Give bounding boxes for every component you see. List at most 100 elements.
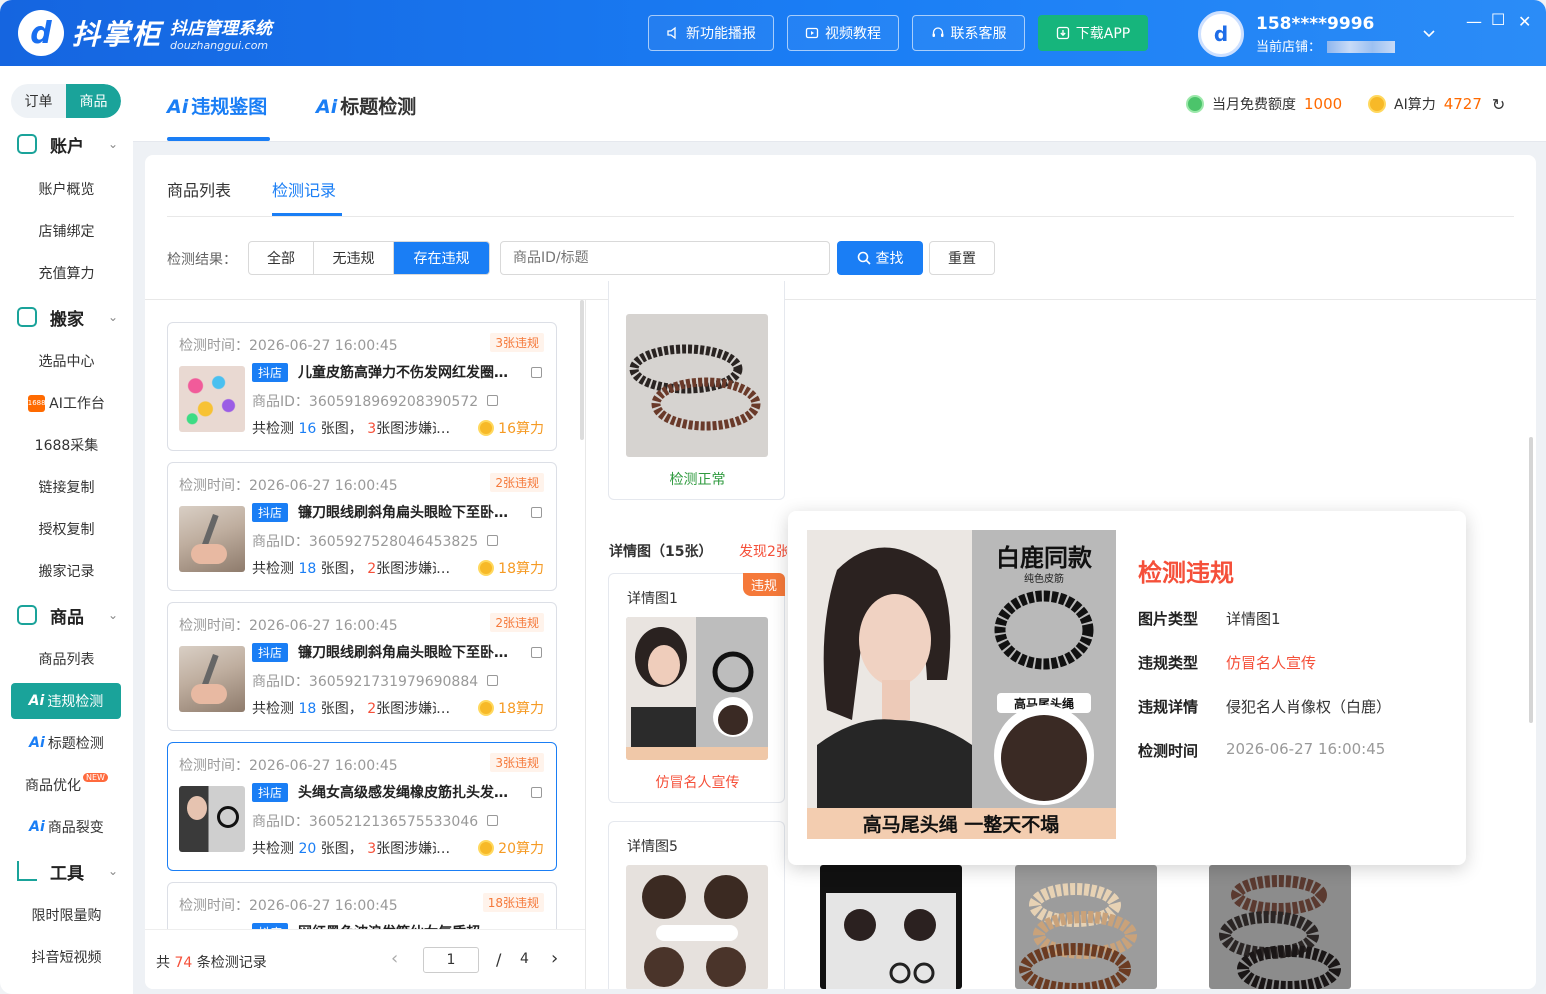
sidebar-item-store-binding[interactable]: 店铺绑定 bbox=[0, 214, 133, 248]
maximize-button[interactable]: ☐ bbox=[1491, 10, 1505, 29]
popup-value-check-time: 2026-06-27 16:00:45 bbox=[1226, 740, 1386, 758]
tab-violation-image[interactable]: Ai 违规鉴图 bbox=[167, 92, 267, 119]
page-input[interactable]: 1 bbox=[423, 947, 479, 973]
stat-prefix: 共检测 bbox=[252, 421, 299, 437]
sidebar-item-account-overview[interactable]: 账户概览 bbox=[0, 172, 133, 206]
detail-scrollbar[interactable] bbox=[1529, 437, 1533, 723]
record-time: 检测时间：2026-06-27 16:00:45 bbox=[179, 618, 398, 634]
popup-key-image-type: 图片类型 bbox=[1138, 610, 1199, 628]
avatar: d bbox=[1198, 11, 1244, 57]
copy-icon[interactable] bbox=[531, 507, 542, 518]
sidebar-item-move-records[interactable]: 搬家记录 bbox=[0, 554, 133, 588]
section-move[interactable]: 搬家 ⌄ bbox=[0, 302, 133, 332]
filter-all[interactable]: 全部 bbox=[249, 242, 314, 274]
sidebar-item-title-check[interactable]: Ai 标题检测 bbox=[0, 726, 133, 760]
detail-image-thumbnail[interactable] bbox=[1015, 865, 1157, 989]
poster-photo bbox=[820, 865, 962, 989]
product-id: 商品ID：3605918969208390572 bbox=[252, 394, 479, 410]
main-image-card[interactable]: 检测正常 bbox=[608, 281, 785, 500]
stat-prefix: 共检测 bbox=[252, 701, 299, 717]
sidebar-item-violation-check[interactable]: Ai 违规检测 bbox=[11, 683, 121, 719]
detail-image-card-1[interactable]: 详情图1 违规 仿冒名人宣传 bbox=[608, 573, 785, 803]
violation-count-badge: 18张违规 bbox=[482, 893, 544, 912]
sidebar-item-recharge[interactable]: 充值算力 bbox=[0, 256, 133, 290]
video-tutorial-button[interactable]: 视频教程 bbox=[787, 15, 899, 51]
copy-icon[interactable] bbox=[531, 787, 542, 798]
detail-image-card-5[interactable]: 详情图5 bbox=[608, 821, 785, 989]
section-tools[interactable]: 工具 ⌄ bbox=[0, 856, 133, 886]
detail-images-title: 详情图（15张） bbox=[609, 544, 713, 560]
refresh-icon[interactable]: ↻ bbox=[1492, 95, 1505, 114]
feature-news-button[interactable]: 新功能播报 bbox=[648, 15, 774, 51]
copy-icon[interactable] bbox=[487, 395, 498, 406]
contact-support-button[interactable]: 联系客服 bbox=[912, 15, 1025, 51]
sidebar: 订单 商品 账户 ⌄ 账户概览 店铺绑定 充值算力 搬家 ⌄ 选品中心 1688… bbox=[0, 66, 133, 994]
gem-icon bbox=[1186, 95, 1204, 113]
next-page-button[interactable]: › bbox=[551, 948, 558, 969]
download-app-button[interactable]: 下载APP bbox=[1038, 15, 1148, 51]
section-goods[interactable]: 商品 ⌄ bbox=[0, 600, 133, 630]
product-thumbnail bbox=[179, 786, 245, 852]
popup-key-violation-detail: 违规详情 bbox=[1138, 698, 1199, 716]
copy-icon[interactable] bbox=[487, 675, 498, 686]
sidebar-item-auth-copy[interactable]: 授权复制 bbox=[0, 512, 133, 546]
copy-icon[interactable] bbox=[531, 367, 542, 378]
prev-page-button[interactable]: ‹ bbox=[391, 948, 398, 969]
store-name-blurred bbox=[1327, 41, 1396, 53]
switch-goods[interactable]: 商品 bbox=[66, 84, 121, 118]
filter-no-violation[interactable]: 无违规 bbox=[314, 242, 394, 274]
switch-orders[interactable]: 订单 bbox=[11, 84, 66, 118]
record-item[interactable]: 检测时间：2026-06-27 16:00:45 3张违规 抖店 儿童皮筋高弹力… bbox=[167, 322, 557, 451]
record-item[interactable]: 检测时间：2026-06-27 16:00:45 2张违规 抖店 镰刀眼线刷斜角… bbox=[167, 462, 557, 591]
sidebar-item-link-copy[interactable]: 链接复制 bbox=[0, 470, 133, 504]
sidebar-item-goods-fission[interactable]: Ai 商品裂变 bbox=[0, 810, 133, 844]
tab-title-check[interactable]: Ai 标题检测 bbox=[316, 92, 416, 119]
download-app-label: 下载APP bbox=[1075, 26, 1131, 42]
reset-button[interactable]: 重置 bbox=[929, 241, 995, 275]
total-pages: 4 bbox=[520, 951, 529, 967]
section-account[interactable]: 账户 ⌄ bbox=[0, 129, 133, 159]
find-button[interactable]: 查找 bbox=[837, 241, 923, 275]
sidebar-item-selection-center[interactable]: 选品中心 bbox=[0, 344, 133, 378]
detail-image-name: 详情图1 bbox=[627, 591, 678, 607]
tab-check-records[interactable]: 检测记录 bbox=[272, 177, 336, 201]
section-goods-label: 商品 bbox=[50, 607, 84, 628]
copy-icon[interactable] bbox=[487, 535, 498, 546]
detail-image-thumbnail[interactable] bbox=[1209, 865, 1351, 989]
sidebar-item-douyin-video[interactable]: 抖音短视频 bbox=[0, 940, 133, 974]
coin-icon bbox=[478, 840, 495, 856]
free-quota-label: 当月免费额度 bbox=[1212, 97, 1296, 113]
tab-goods-list[interactable]: 商品列表 bbox=[167, 177, 231, 201]
record-list-scrollbar[interactable] bbox=[580, 300, 584, 440]
record-item-selected[interactable]: 检测时间：2026-06-27 16:00:45 3张违规 抖店 头绳女高级感发… bbox=[167, 742, 557, 871]
copy-icon[interactable] bbox=[487, 815, 498, 826]
product-title: 镰刀眼线刷斜角扁头眼睑下至卧蚕刷 bbox=[298, 505, 516, 521]
filter-has-violation[interactable]: 存在违规 bbox=[394, 242, 489, 274]
search-input[interactable] bbox=[500, 241, 830, 275]
sidebar-item-ai-workbench[interactable]: 1688 AI工作台 bbox=[0, 386, 133, 420]
checked-count: 18 bbox=[298, 561, 317, 577]
sidebar-item-flash-sale[interactable]: 限时限量购 bbox=[0, 898, 133, 932]
stat-middle: 张图， bbox=[316, 561, 368, 577]
minimize-button[interactable]: — bbox=[1466, 12, 1482, 31]
sidebar-item-1688-collect[interactable]: 1688采集 bbox=[0, 428, 133, 462]
app-logo: d 抖掌柜 抖店管理系统 douzhanggui.com bbox=[18, 10, 272, 56]
violation-image-preview: 白鹿同款 纯色皮筋 高马尾头绳 高马尾头绳 一整天不塌 bbox=[807, 530, 1116, 839]
popup-title: 检测违规 bbox=[1138, 559, 1234, 587]
feature-news-label: 新功能播报 bbox=[686, 26, 756, 42]
check-stat: 共检测 20 张图， 3 张图涉嫌违规… bbox=[252, 838, 450, 858]
content-divider bbox=[145, 299, 1536, 300]
chevron-down-icon: ⌄ bbox=[108, 608, 119, 622]
account-icon bbox=[17, 134, 37, 154]
sidebar-item-goods-list[interactable]: 商品列表 bbox=[0, 642, 133, 676]
sidebar-item-goods-optimize[interactable]: 商品优化 NEW bbox=[0, 768, 133, 802]
record-item[interactable]: 检测时间：2026-06-27 16:00:45 2张违规 抖店 镰刀眼线刷斜角… bbox=[167, 602, 557, 731]
download-icon bbox=[1056, 26, 1069, 40]
close-button[interactable]: ✕ bbox=[1518, 12, 1531, 31]
copy-icon[interactable] bbox=[531, 647, 542, 658]
detail-image-thumbnail[interactable] bbox=[820, 865, 962, 989]
product-thumbnail bbox=[179, 506, 245, 572]
free-quota-value: 1000 bbox=[1304, 95, 1343, 113]
record-time: 检测时间：2026-06-27 16:00:45 bbox=[179, 478, 398, 494]
user-menu[interactable]: d 158****9996 当前店铺： bbox=[1198, 11, 1435, 57]
